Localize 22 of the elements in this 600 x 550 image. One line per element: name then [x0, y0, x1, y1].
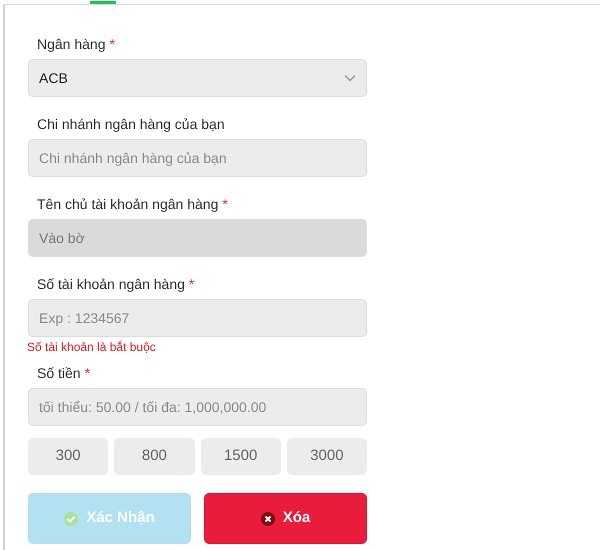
required-mark: * [222, 196, 228, 212]
amount-button[interactable]: 300 [28, 438, 108, 475]
close-icon [260, 512, 275, 526]
chevron-down-icon [344, 74, 356, 82]
delete-button[interactable]: Xóa [204, 493, 367, 544]
field-label: Tên chủ tài khoản ngân hàng [37, 196, 218, 212]
required-mark: * [84, 365, 90, 381]
field-label: Ngân hàng [37, 36, 106, 52]
error-message: Số tài khoản là bắt buộc [27, 339, 157, 355]
input-field[interactable]: tối thiểu: 50.00 / tối đa: 1,000,000.00 [28, 388, 367, 426]
amount-button[interactable]: 800 [114, 438, 194, 475]
input-field[interactable]: Chi nhánh ngân hàng của bạn [28, 139, 367, 177]
amount-button[interactable]: 1500 [200, 438, 281, 475]
input-field[interactable]: Exp : 1234567 [28, 299, 367, 337]
amount-button[interactable]: 3000 [286, 438, 367, 475]
check-icon [64, 512, 78, 526]
field-label: Chi nhánh ngân hàng của bạn [37, 116, 225, 132]
required-mark: * [188, 276, 194, 292]
field-label: Số tài khoản ngân hàng [37, 276, 185, 292]
required-mark: * [110, 36, 115, 52]
bank-select[interactable]: ACB [28, 59, 367, 97]
field-label: Số tiền [37, 365, 81, 381]
